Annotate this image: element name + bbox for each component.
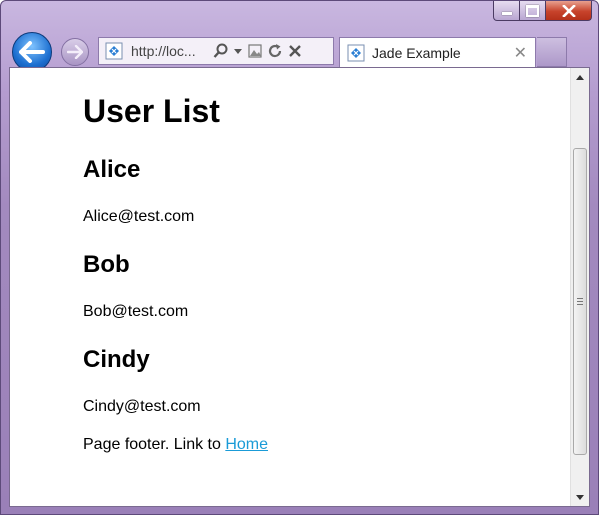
stop-icon[interactable] [287,43,303,59]
forward-button[interactable] [61,38,89,66]
user-email-bob: Bob@test.com [83,303,189,320]
new-tab-button[interactable] [537,37,567,67]
minimize-button[interactable] [493,1,520,21]
scrollbar-grip-icon [577,298,583,305]
compatibility-view-icon[interactable] [247,43,263,59]
user-name-alice: Alice [83,156,141,183]
user-email-alice: Alice@test.com [83,208,195,225]
page-footer: Page footer. Link to Home [83,435,268,455]
vertical-scrollbar[interactable] [570,68,589,506]
user-email-cindy: Cindy@test.com [83,398,201,415]
address-bar[interactable]: http://loc... [98,37,334,65]
scroll-up-button[interactable] [571,68,589,86]
refresh-icon[interactable] [267,43,283,59]
search-icon[interactable] [213,43,229,59]
user-name-cindy: Cindy [83,346,150,373]
scroll-down-button[interactable] [571,488,589,506]
page-content: User List Alice Alice@test.com Bob Bob@t… [83,68,563,453]
maximize-icon [526,4,539,17]
browser-window: http://loc... Jade Example ✕ User List A… [0,0,599,515]
tab-close-icon[interactable]: ✕ [514,43,527,63]
dropdown-arrow-icon[interactable] [233,47,243,55]
scroll-up-arrow-icon [576,74,584,80]
scroll-down-arrow-icon [576,494,584,500]
back-button[interactable] [12,32,52,72]
scrollbar-thumb[interactable] [573,148,587,455]
maximize-button[interactable] [520,1,546,21]
tab-jade-example[interactable]: Jade Example ✕ [339,37,536,67]
footer-text: Page footer. Link to [83,436,226,453]
tab-favicon-icon [347,44,365,61]
back-arrow-icon [19,41,45,63]
forward-arrow-icon [67,45,83,59]
close-window-button[interactable] [546,1,592,21]
close-icon [561,4,576,17]
address-tools [213,43,303,59]
page-viewport: User List Alice Alice@test.com Bob Bob@t… [9,67,590,507]
page-heading: User List [83,93,220,129]
address-url[interactable]: http://loc... [131,43,207,59]
tab-title: Jade Example [372,44,461,61]
page-favicon-icon [105,42,123,60]
window-caption-buttons [493,1,592,23]
user-name-bob: Bob [83,251,130,278]
minimize-icon [501,12,512,15]
home-link[interactable]: Home [225,436,268,453]
